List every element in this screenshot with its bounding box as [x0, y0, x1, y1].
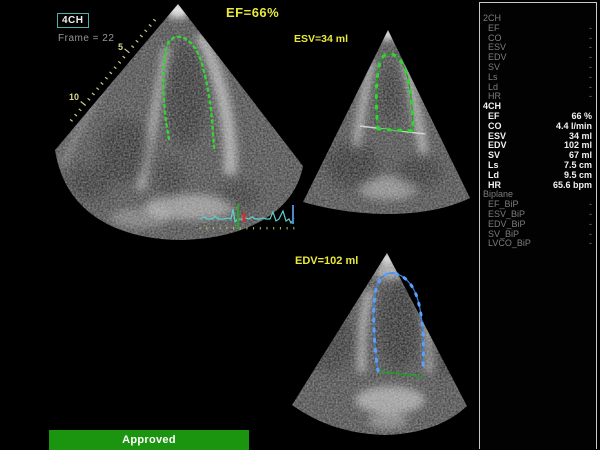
measurements-panel: 2CHEF-CO-ESV-EDV-SV-Ls-Ld-HR-4CHEF66 %CO…: [479, 2, 597, 449]
measurement-row[interactable]: LVCO_BiP -: [480, 239, 596, 249]
view-mode-badge: 4CH: [57, 13, 89, 28]
depth-ruler-label-10: 10: [69, 92, 79, 102]
esv-annotation: ESV=34 ml: [294, 33, 348, 45]
frame-number-label: Frame = 22: [58, 33, 114, 44]
echo-image-edv[interactable]: [285, 248, 475, 443]
measurement-label: LVCO_BiP: [488, 239, 531, 249]
depth-ruler-label-5: 5: [118, 42, 123, 52]
measurement-value: -: [589, 239, 592, 249]
ef-annotation: EF=66%: [226, 5, 279, 20]
echo-image-esv[interactable]: [295, 25, 480, 220]
edv-annotation: EDV=102 ml: [295, 255, 358, 267]
measurement-value: -: [589, 92, 592, 102]
measurement-value: 65.6 bpm: [553, 181, 592, 191]
echopac-screen: 4CH Frame = 22 EF=66% ESV=34 ml EDV=102 …: [0, 0, 600, 450]
approved-button[interactable]: Approved: [49, 430, 249, 450]
